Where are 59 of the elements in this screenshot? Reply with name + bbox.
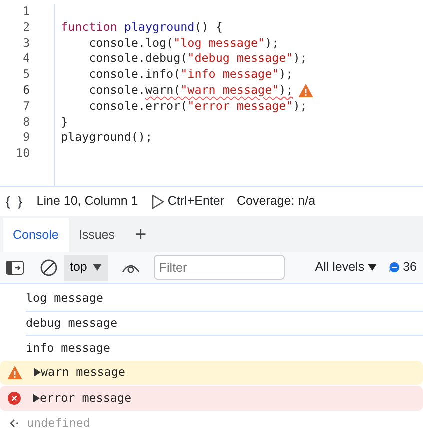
code-token: playground(); [61, 130, 152, 146]
console-message: error message [40, 390, 132, 407]
line-number: 4 [22, 51, 31, 68]
clear-console-icon[interactable] [40, 258, 58, 276]
expand-icon[interactable] [33, 394, 40, 403]
expand-icon[interactable] [34, 368, 41, 378]
add-tab-button[interactable]: + [125, 218, 157, 252]
sidebar-toggle-icon[interactable] [6, 260, 24, 274]
caret-icon [93, 264, 102, 271]
code-token: ); [293, 98, 308, 115]
line-number: 8 [22, 114, 31, 130]
code-token: ); [279, 67, 294, 83]
context-dropdown[interactable]: top [64, 254, 108, 280]
line-number: 6 [22, 82, 31, 99]
console-message: undefined [27, 415, 90, 432]
line-number: 10 [15, 146, 31, 162]
code-token: function [61, 20, 118, 36]
code-token: ); [265, 36, 280, 52]
coverage-label: Coverage: n/a [237, 193, 316, 210]
line-number: 1 [22, 4, 31, 20]
message-icon [388, 262, 400, 273]
code-token: () { [194, 20, 223, 36]
code-token: ); [293, 51, 308, 68]
code-token: warn( [145, 82, 181, 99]
error-icon [8, 392, 21, 405]
line-number: 9 [22, 130, 31, 146]
format-button[interactable]: { } [6, 192, 24, 212]
code-token: console.info( [88, 67, 181, 83]
code-token: console.debug( [88, 51, 188, 68]
code-token: "info message" [180, 67, 280, 83]
panel-tab[interactable]: Console [3, 218, 69, 252]
line-number: 5 [22, 67, 31, 83]
code-token: } [61, 114, 68, 130]
code-token: "warn message" [180, 82, 280, 99]
line-number: 7 [22, 98, 31, 115]
line-number: 2 [22, 20, 31, 36]
code-token: "log message" [174, 36, 266, 52]
code-token: console.log( [88, 36, 174, 52]
message-count[interactable]: 36 [388, 258, 417, 277]
code-token: "error message" [188, 98, 294, 115]
play-icon [150, 194, 165, 210]
console-message: log message [26, 290, 104, 308]
warning-icon [8, 366, 22, 380]
filter-field[interactable]: Filter [154, 255, 286, 280]
code-token: ); [279, 82, 294, 99]
console-message: info message [26, 340, 110, 357]
console-message: warn message [41, 364, 126, 382]
cursor-position: Line 10, Column 1 [36, 193, 138, 210]
code-token: console.error( [88, 98, 188, 115]
code-token: playground [124, 20, 195, 36]
return-arrow-icon [10, 419, 19, 428]
code-token: console. [88, 82, 146, 99]
line-number: 3 [22, 36, 31, 52]
code-token: "debug message" [188, 51, 294, 68]
console-message: debug message [26, 314, 118, 332]
panel-tab[interactable]: Issues [68, 218, 126, 252]
levels-dropdown[interactable]: All levels [315, 258, 377, 277]
run-button[interactable]: Ctrl+Enter [150, 192, 224, 211]
caret-icon [368, 264, 377, 271]
